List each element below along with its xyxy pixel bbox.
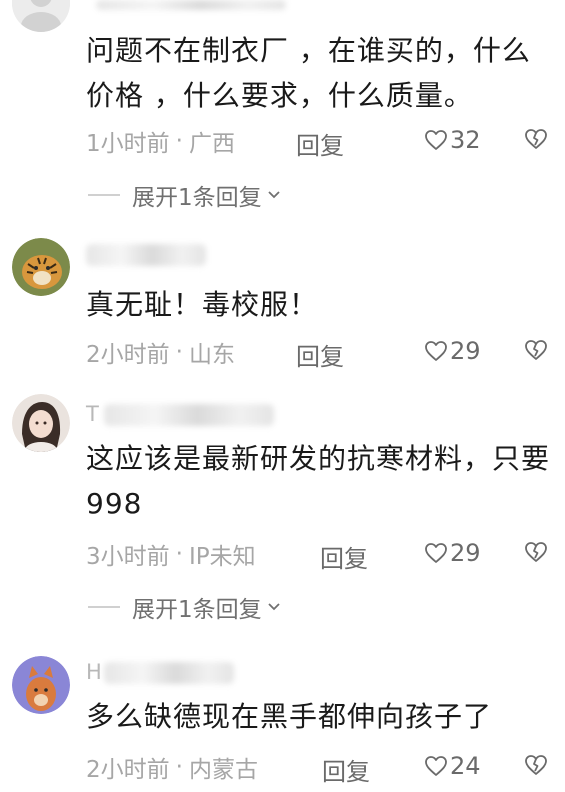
expand-replies-label: 展开1条回复 bbox=[132, 597, 262, 623]
comment-text: 真无耻！毒校服！ bbox=[86, 288, 319, 321]
tiger-avatar-image bbox=[12, 238, 70, 296]
comment-item: H 多么缺德现在黑手都伸向孩子了 2小时前 · 内蒙古 回复 24 bbox=[0, 652, 565, 792]
like-button[interactable]: 29 bbox=[424, 539, 481, 567]
like-count: 29 bbox=[450, 337, 481, 365]
comment-meta: 1小时前 · 广西 bbox=[86, 126, 235, 157]
chevron-down-icon bbox=[268, 191, 280, 199]
meta-separator: · bbox=[175, 128, 183, 154]
meta-separator: · bbox=[175, 541, 183, 567]
comment-time: 3小时前 bbox=[86, 544, 170, 570]
like-button[interactable]: 24 bbox=[424, 752, 481, 780]
like-count: 32 bbox=[450, 126, 481, 154]
comment-text: 问题不在制衣厂 ，在谁买的，什么价格 ，什么要求，什么质量。 bbox=[86, 34, 531, 112]
username-redacted bbox=[104, 404, 274, 426]
comment-location: 广西 bbox=[188, 131, 235, 157]
comment-text: 这应该是最新研发的抗寒材料，只要998 bbox=[86, 442, 551, 520]
dislike-button[interactable] bbox=[524, 754, 548, 780]
username-redacted bbox=[96, 0, 286, 10]
dislike-button[interactable] bbox=[524, 128, 548, 154]
dislike-button[interactable] bbox=[524, 339, 548, 365]
fox-avatar-image bbox=[12, 656, 70, 714]
like-count: 24 bbox=[450, 752, 481, 780]
like-count: 29 bbox=[450, 539, 481, 567]
avatar[interactable] bbox=[12, 656, 70, 714]
like-button[interactable]: 29 bbox=[424, 337, 481, 365]
comment-item: 问题不在制衣厂 ，在谁买的，什么价格 ，什么要求，什么质量。 1小时前 · 广西… bbox=[0, 0, 565, 230]
username-redacted bbox=[86, 244, 206, 266]
username-redacted bbox=[104, 662, 234, 684]
heart-outline-icon bbox=[425, 130, 447, 150]
heart-outline-icon bbox=[425, 341, 447, 361]
comment-item: T 这应该是最新研发的抗寒材料，只要998 3小时前 · IP未知 回复 29 … bbox=[0, 392, 565, 632]
comment-time: 1小时前 bbox=[86, 131, 170, 157]
avatar[interactable] bbox=[12, 394, 70, 452]
comment-location: IP未知 bbox=[188, 544, 256, 570]
comment-location: 内蒙古 bbox=[188, 757, 258, 783]
reply-button[interactable]: 回复 bbox=[296, 126, 344, 161]
avatar[interactable] bbox=[12, 238, 70, 296]
expand-divider bbox=[88, 606, 120, 608]
expand-divider bbox=[88, 194, 120, 196]
reply-button[interactable]: 回复 bbox=[322, 752, 370, 787]
broken-heart-icon bbox=[525, 129, 547, 149]
comment-meta: 2小时前 · 山东 bbox=[86, 337, 235, 368]
reply-button[interactable]: 回复 bbox=[296, 337, 344, 372]
comment-meta: 2小时前 · 内蒙古 bbox=[86, 752, 258, 783]
girl-avatar-image bbox=[12, 394, 70, 452]
comment-time: 2小时前 bbox=[86, 757, 170, 783]
comment-meta: 3小时前 · IP未知 bbox=[86, 539, 256, 570]
broken-heart-icon bbox=[525, 755, 547, 775]
username[interactable]: H bbox=[86, 660, 102, 684]
like-button[interactable]: 32 bbox=[424, 126, 481, 154]
heart-outline-icon bbox=[425, 756, 447, 776]
comment-text: 多么缺德现在黑手都伸向孩子了 bbox=[86, 700, 493, 733]
reply-button[interactable]: 回复 bbox=[320, 539, 368, 574]
chevron-down-icon bbox=[268, 603, 280, 611]
expand-replies-label: 展开1条回复 bbox=[132, 185, 262, 211]
broken-heart-icon bbox=[525, 340, 547, 360]
meta-separator: · bbox=[175, 339, 183, 365]
comment-location: 山东 bbox=[188, 342, 235, 368]
broken-heart-icon bbox=[525, 542, 547, 562]
meta-separator: · bbox=[175, 754, 183, 780]
username[interactable]: T bbox=[86, 402, 99, 426]
dislike-button[interactable] bbox=[524, 541, 548, 567]
comment-time: 2小时前 bbox=[86, 342, 170, 368]
heart-outline-icon bbox=[425, 543, 447, 563]
avatar-image bbox=[12, 0, 70, 32]
avatar[interactable] bbox=[12, 0, 70, 32]
comment-item: 真无耻！毒校服！ 2小时前 · 山东 回复 29 bbox=[0, 232, 565, 392]
expand-replies-button[interactable]: 展开1条回复 bbox=[88, 590, 282, 624]
expand-replies-button[interactable]: 展开1条回复 bbox=[88, 178, 282, 212]
